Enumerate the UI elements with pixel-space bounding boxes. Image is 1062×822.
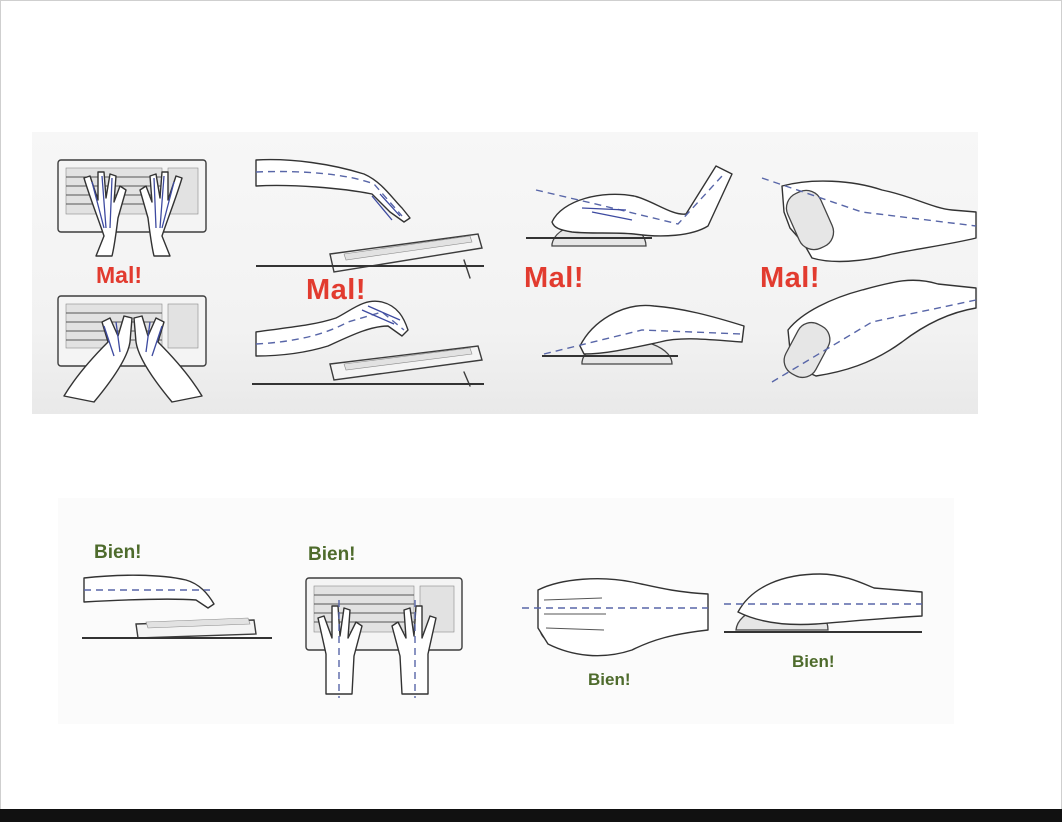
keyboard-top-right-illustration — [305, 577, 463, 698]
right-label-mouse-side: Bien! — [792, 652, 835, 671]
wrong-posture-panel: Mal! Mal! Mal! Mal! — [32, 132, 978, 414]
wrong-label-keyboard-top: Mal! — [96, 262, 142, 288]
right-label-mouse-top: Bien! — [588, 670, 631, 689]
keyboard-top-view-2 — [57, 295, 207, 367]
hand-deviated-sideways-2 — [771, 279, 977, 383]
hand-deviated-sideways-1 — [761, 177, 977, 263]
mouse-top-right-illustration — [522, 578, 709, 657]
keyboard-side-view-1 — [256, 233, 484, 279]
wrong-label-keyboard-side: Mal! — [306, 274, 366, 306]
mouse-side-right-illustration — [724, 573, 923, 633]
wrong-label-mouse-top: Mal! — [760, 262, 820, 294]
forearm-wrist-bent-up — [255, 300, 409, 357]
keyboard-side-wrong-illustration — [252, 158, 484, 387]
hand-wrist-bent-up — [535, 165, 733, 237]
wrong-label-mouse-side: Mal! — [524, 262, 584, 294]
right-label-keyboard-top: Bien! — [308, 544, 356, 565]
correct-posture-panel: Bien! Bien! Bien! Bien! — [58, 498, 954, 724]
keyboard-side-right-illustration — [82, 574, 272, 639]
forearm-neutral — [83, 574, 215, 609]
keyboard-side-view-correct — [82, 617, 272, 639]
keyboard-top-view-1 — [57, 159, 207, 233]
forearm-wrist-bent-down — [255, 158, 411, 223]
hand-on-mouse-neutral — [522, 578, 709, 657]
right-label-keyboard-side: Bien! — [94, 542, 142, 563]
bottom-bar — [0, 809, 1062, 822]
